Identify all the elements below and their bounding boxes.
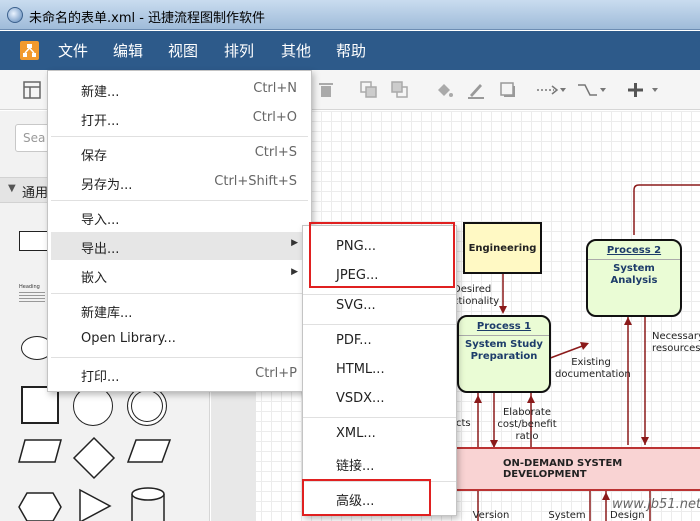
export-svg-label: SVG...	[336, 298, 376, 313]
export-html[interactable]: HTML...	[303, 356, 456, 384]
process-1-name: System Study Preparation	[465, 339, 543, 362]
ondemand-label: ON-DEMAND SYSTEM DEVELOPMENT	[503, 458, 623, 480]
menu-item-new-shortcut: Ctrl+N	[253, 81, 297, 96]
engineering-entity[interactable]: Engineering	[463, 222, 542, 274]
export-pdf-label: PDF...	[336, 333, 372, 348]
ondemand-development-block[interactable]: ON-DEMAND SYSTEM DEVELOPMENT	[455, 447, 700, 491]
menu-item-save-as[interactable]: 另存为... Ctrl+Shift+S	[51, 168, 308, 196]
menu-item-save[interactable]: 保存 Ctrl+S	[51, 139, 308, 167]
submenu-arrow-icon: ▶	[291, 238, 298, 248]
export-xml[interactable]: XML...	[303, 420, 456, 448]
menu-item-print-shortcut: Ctrl+P	[255, 366, 297, 381]
menu-item-open[interactable]: 打开... Ctrl+O	[51, 104, 308, 132]
export-pdf[interactable]: PDF...	[303, 327, 456, 355]
menu-item-new-label: 新建...	[81, 85, 120, 100]
menu-item-export-label: 导出...	[81, 242, 120, 257]
menu-item-print[interactable]: 打印... Ctrl+P	[51, 360, 308, 388]
menu-item-open-library[interactable]: Open Library...	[51, 325, 308, 353]
export-xml-label: XML...	[336, 426, 376, 441]
menu-item-print-label: 打印...	[81, 370, 120, 385]
process-1-number: Process 1	[459, 321, 549, 336]
export-link[interactable]: 链接...	[303, 449, 456, 477]
menu-item-save-shortcut: Ctrl+S	[254, 145, 297, 160]
menu-item-open-shortcut: Ctrl+O	[252, 110, 297, 125]
menu-item-new[interactable]: 新建... Ctrl+N	[51, 75, 308, 103]
watermark: www.jb51.net	[612, 497, 700, 512]
menu-item-embed[interactable]: 嵌入 ▶	[51, 261, 308, 289]
label-necessary: Necessary resources	[652, 331, 700, 354]
menu-item-open-library-label: Open Library...	[81, 331, 176, 346]
label-existing: Existing documentation	[555, 357, 631, 380]
highlight-png-jpeg	[309, 222, 455, 288]
menu-separator	[51, 200, 308, 201]
menu-item-embed-label: 嵌入	[81, 271, 108, 286]
export-link-label: 链接...	[336, 459, 375, 474]
menu-item-save-as-label: 另存为...	[81, 178, 133, 193]
export-svg[interactable]: SVG...	[303, 292, 456, 320]
submenu-arrow-icon: ▶	[291, 267, 298, 277]
label-cts: cts	[456, 418, 471, 429]
process-2-name: System Analysis	[610, 263, 658, 286]
label-system: System	[548, 510, 586, 521]
label-elaborate: Elaborate cost/benefit ratio	[497, 407, 557, 442]
menu-separator	[51, 293, 308, 294]
process-1-node[interactable]: Process 1 System Study Preparation	[457, 315, 551, 393]
engineering-label: Engineering	[468, 242, 537, 254]
label-desired: Desired ctionality	[453, 284, 500, 307]
menu-item-save-label: 保存	[81, 149, 108, 164]
menu-separator	[303, 417, 456, 418]
menu-item-export[interactable]: 导出... ▶	[51, 232, 308, 260]
menu-item-import-label: 导入...	[81, 213, 120, 228]
menu-item-new-library[interactable]: 新建库...	[51, 296, 308, 324]
menu-separator	[303, 324, 456, 325]
menu-item-new-library-label: 新建库...	[81, 306, 133, 321]
label-version: Version	[472, 510, 510, 521]
file-menu-dropdown: 新建... Ctrl+N 打开... Ctrl+O 保存 Ctrl+S 另存为.…	[47, 70, 312, 392]
menu-separator	[51, 357, 308, 358]
process-2-node[interactable]: Process 2 System Analysis	[586, 239, 682, 317]
export-vsdx[interactable]: VSDX...	[303, 385, 456, 413]
menu-item-open-label: 打开...	[81, 114, 120, 129]
process-2-number: Process 2	[588, 245, 680, 260]
highlight-advanced	[302, 479, 431, 516]
menu-item-import[interactable]: 导入...	[51, 203, 308, 231]
export-html-label: HTML...	[336, 362, 385, 377]
export-vsdx-label: VSDX...	[336, 391, 385, 406]
menu-item-save-as-shortcut: Ctrl+Shift+S	[214, 174, 297, 189]
menu-separator	[51, 136, 308, 137]
